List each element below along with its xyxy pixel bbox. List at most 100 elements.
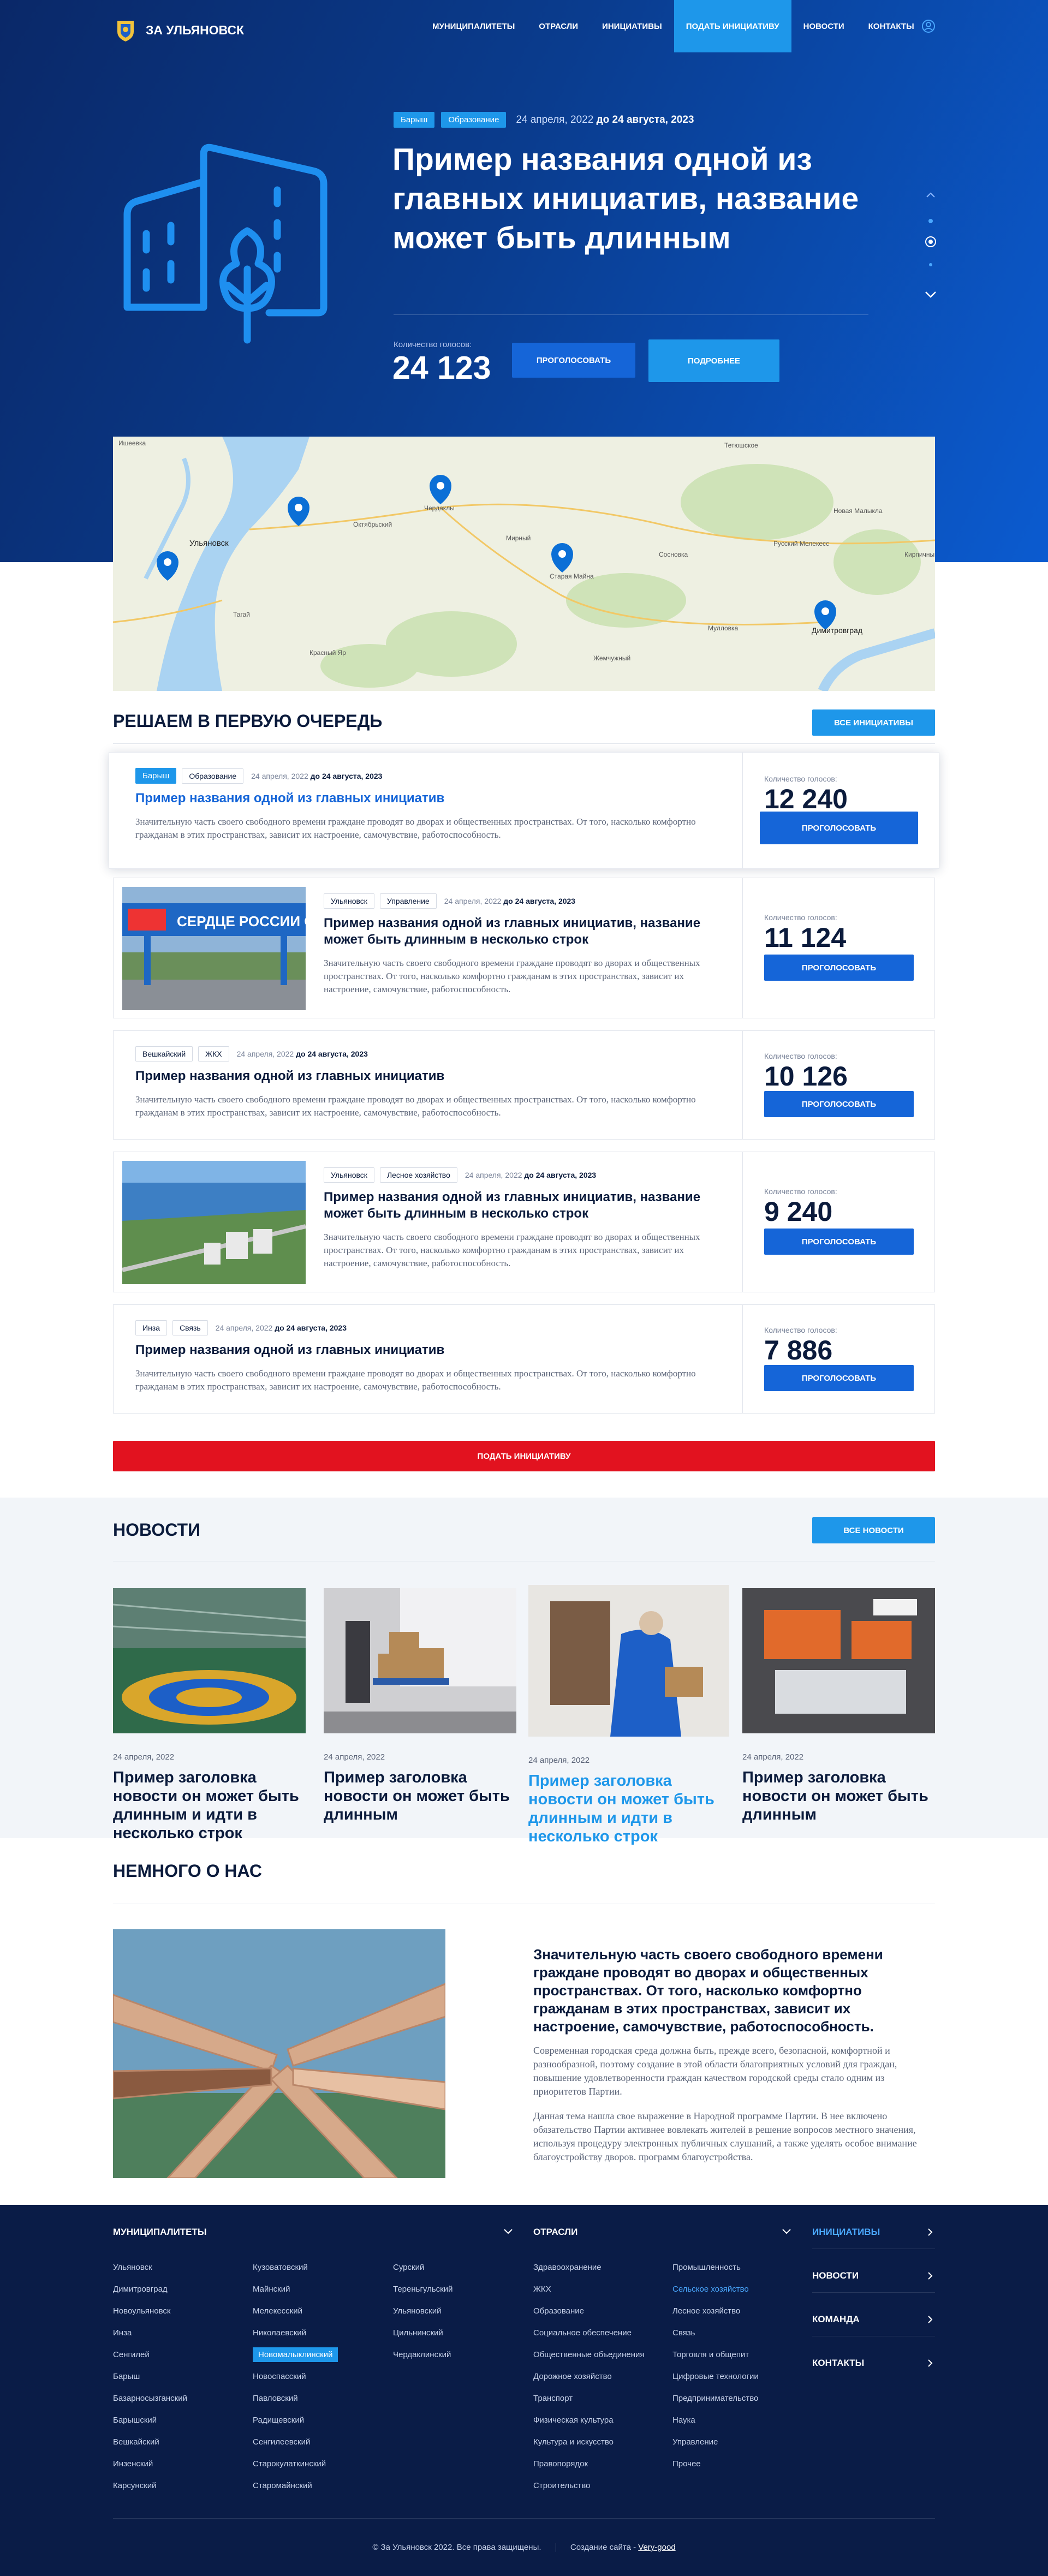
news-headline[interactable]: Пример заголовка новости он может быть д… [324, 1768, 516, 1824]
footer-link[interactable]: Новоульяновск [113, 2306, 239, 2328]
card-title[interactable]: Пример названия одной из главных инициат… [135, 1342, 714, 1358]
slider-down-icon[interactable] [925, 291, 936, 298]
footer-link[interactable]: Строительство [533, 2480, 659, 2502]
news-card[interactable]: 24 апреля, 2022 Пример заголовка новости… [742, 1588, 935, 1824]
card-tag[interactable]: Инза [135, 1320, 167, 1335]
footer-link[interactable]: Карсунский [113, 2480, 239, 2502]
footer-link[interactable]: Инзенский [113, 2459, 239, 2480]
chevron-down-icon[interactable] [782, 2228, 791, 2235]
slider-up-icon[interactable] [926, 192, 935, 198]
footer-link-active[interactable]: Новомалыклинский [253, 2347, 378, 2371]
footer-nav-contacts[interactable]: КОНТАКТЫ [812, 2358, 935, 2401]
news-card[interactable]: 24 апреля, 2022 Пример заголовка новости… [324, 1588, 516, 1824]
card-vote-button[interactable]: ПРОГОЛОСОВАТЬ [764, 1229, 914, 1255]
card-vote-button[interactable]: ПРОГОЛОСОВАТЬ [764, 1091, 914, 1117]
footer-link[interactable]: Новоспасский [253, 2371, 378, 2393]
card-title[interactable]: Пример названия одной из главных инициат… [324, 1189, 717, 1222]
footer-link[interactable]: Предпринимательство [672, 2393, 798, 2415]
card-tag[interactable]: Барыш [135, 768, 177, 784]
nav-submit-initiative[interactable]: ПОДАТЬ ИНИЦИАТИВУ [674, 0, 791, 52]
card-tag[interactable]: Лесное хозяйство [379, 1167, 457, 1183]
nav-contacts[interactable]: КОНТАКТЫ [856, 0, 926, 52]
footer-sectors-title[interactable]: ОТРАСЛИ [533, 2227, 577, 2238]
footer-link[interactable]: Транспорт [533, 2393, 659, 2415]
footer-link[interactable]: Торговля и общепит [672, 2350, 798, 2371]
footer-link[interactable]: Кузоватовский [253, 2262, 378, 2284]
footer-link[interactable]: Прочее [672, 2459, 798, 2480]
news-card[interactable]: 24 апреля, 2022 Пример заголовка новости… [112, 1588, 306, 1842]
card-tag[interactable]: Вешкайский [135, 1046, 193, 1062]
footer-link-hover[interactable]: Сельское хозяйство [672, 2284, 798, 2306]
developer-link[interactable]: Very-good [638, 2543, 675, 2552]
footer-link[interactable]: Дорожное хозяйство [533, 2371, 659, 2393]
footer-link[interactable]: Сенгилей [113, 2350, 239, 2371]
chevron-down-icon[interactable] [503, 2228, 513, 2235]
footer-link[interactable]: Ульяновск [113, 2262, 239, 2284]
nav-news[interactable]: НОВОСТИ [791, 0, 856, 52]
municipalities-map[interactable]: Ишеевка Ульяновск Чердаклы Октябрьский М… [113, 437, 935, 691]
footer-link[interactable]: ЖКХ [533, 2284, 659, 2306]
footer-link[interactable]: Общественные объединения [533, 2350, 659, 2371]
news-headline[interactable]: Пример заголовка новости он может быть д… [528, 1772, 729, 1846]
footer-link[interactable]: Базарносызганский [113, 2393, 239, 2415]
footer-link[interactable]: Физическая культура [533, 2415, 659, 2437]
hero-vote-button[interactable]: ПРОГОЛОСОВАТЬ [512, 343, 635, 378]
footer-link[interactable]: Павловский [253, 2393, 378, 2415]
footer-link[interactable]: Ульяновский [393, 2306, 519, 2328]
nav-municipalities[interactable]: МУНИЦИПАЛИТЕТЫ [420, 0, 527, 52]
footer-link[interactable]: Николаевский [253, 2328, 378, 2350]
all-news-button[interactable]: ВСЕ НОВОСТИ [812, 1517, 935, 1543]
initiative-card[interactable]: Барыш Образование 24 апреля, 2022 до 24 … [109, 752, 939, 869]
submit-initiative-button[interactable]: ПОДАТЬ ИНИЦИАТИВУ [113, 1441, 935, 1471]
footer-link[interactable]: Барышский [113, 2415, 239, 2437]
card-tag[interactable]: Ульяновск [324, 893, 374, 909]
footer-link[interactable]: Старокулаткинский [253, 2459, 378, 2480]
footer-link[interactable]: Старомайнский [253, 2480, 378, 2502]
card-vote-button[interactable]: ПРОГОЛОСОВАТЬ [764, 955, 914, 981]
card-title[interactable]: Пример названия одной из главных инициат… [135, 790, 703, 807]
card-vote-button[interactable]: ПРОГОЛОСОВАТЬ [760, 812, 918, 844]
footer-link[interactable]: Наука [672, 2415, 798, 2437]
user-account-icon[interactable] [921, 19, 936, 33]
footer-link[interactable]: Димитровград [113, 2284, 239, 2306]
news-card[interactable]: 24 апреля, 2022 Пример заголовка новости… [528, 1585, 729, 1846]
footer-link[interactable]: Сурский [393, 2262, 519, 2284]
footer-link[interactable]: Правопорядок [533, 2459, 659, 2480]
nav-sectors[interactable]: ОТРАСЛИ [527, 0, 590, 52]
footer-link[interactable]: Вешкайский [113, 2437, 239, 2459]
footer-link[interactable]: Барыш [113, 2371, 239, 2393]
footer-municipalities-title[interactable]: МУНИЦИПАЛИТЕТЫ [113, 2227, 206, 2238]
all-initiatives-button[interactable]: ВСЕ ИНИЦИАТИВЫ [812, 709, 935, 736]
card-tag[interactable]: Управление [379, 893, 437, 909]
initiative-card[interactable]: СЕРДЦЕ РОССИИ ОЛЕНЬИ Ульяновск Управлени… [113, 878, 935, 1018]
brand-logo[interactable]: ЗА УЛЬЯНОВСК [113, 17, 244, 43]
initiative-card[interactable]: Вешкайский ЖКХ 24 апреля, 2022 до 24 авг… [113, 1030, 935, 1140]
footer-link[interactable]: Связь [672, 2328, 798, 2350]
hero-tag-sector[interactable]: Образование [441, 112, 507, 128]
card-title[interactable]: Пример названия одной из главных инициат… [135, 1068, 714, 1084]
footer-link[interactable]: Промышленность [672, 2262, 798, 2284]
card-tag[interactable]: Ульяновск [324, 1167, 374, 1183]
footer-link[interactable]: Социальное обеспечение [533, 2328, 659, 2350]
footer-link[interactable]: Здравоохранение [533, 2262, 659, 2284]
news-headline[interactable]: Пример заголовка новости он может быть д… [742, 1768, 935, 1824]
footer-link[interactable]: Управление [672, 2437, 798, 2459]
footer-link[interactable]: Мелекесский [253, 2306, 378, 2328]
footer-link[interactable]: Сенгилеевский [253, 2437, 378, 2459]
card-tag[interactable]: Связь [172, 1320, 208, 1335]
footer-link[interactable]: Инза [113, 2328, 239, 2350]
footer-link[interactable]: Цифровые технологии [672, 2371, 798, 2393]
footer-link[interactable]: Образование [533, 2306, 659, 2328]
footer-link[interactable]: Цильнинский [393, 2328, 519, 2350]
news-headline[interactable]: Пример заголовка новости он может быть д… [113, 1768, 306, 1842]
footer-link[interactable]: Тереньгульский [393, 2284, 519, 2306]
footer-link[interactable]: Радищевский [253, 2415, 378, 2437]
card-vote-button[interactable]: ПРОГОЛОСОВАТЬ [764, 1365, 914, 1391]
card-title[interactable]: Пример названия одной из главных инициат… [324, 915, 717, 948]
footer-link[interactable]: Майнский [253, 2284, 378, 2306]
initiative-card[interactable]: Инза Связь 24 апреля, 2022 до 24 августа… [113, 1304, 935, 1414]
card-tag[interactable]: Образование [182, 768, 244, 784]
initiative-card[interactable]: Ульяновск Лесное хозяйство 24 апреля, 20… [113, 1152, 935, 1292]
footer-link[interactable]: Лесное хозяйство [672, 2306, 798, 2328]
footer-link-chip[interactable]: Новомалыклинский [253, 2347, 338, 2362]
